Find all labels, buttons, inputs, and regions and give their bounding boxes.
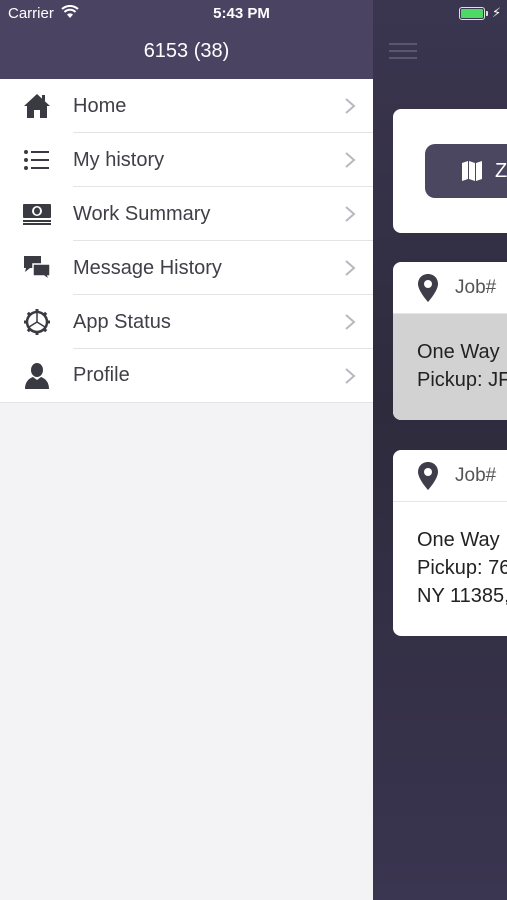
job-details: One Way Pickup: 76 NY 11385, (393, 502, 507, 634)
menu-item-label: App Status (73, 310, 171, 333)
map-icon (462, 161, 482, 181)
chevron-right-icon (345, 314, 356, 330)
home-icon (22, 91, 52, 121)
menu-item-label: Profile (73, 364, 130, 386)
drawer-menu: Home My history Work Summary Message His… (0, 79, 373, 403)
menu-item-my-history[interactable]: My history (0, 133, 373, 187)
menu-item-app-status[interactable]: App Status (0, 295, 373, 349)
status-bar-right: ⚡ (373, 0, 507, 28)
job-card[interactable]: Job# One Way Pickup: 76 NY 11385, (393, 450, 507, 636)
job-number-label: Job# (455, 464, 497, 486)
chat-icon (22, 253, 52, 283)
gear-icon (22, 307, 52, 337)
drawer-header: Carrier 5:43 PM 6153 (38) (0, 0, 373, 79)
chevron-right-icon (345, 152, 356, 168)
list-icon (22, 145, 52, 175)
background-app: ⚡ Z Job# One Way Pickup: JF Job# One Way… (373, 0, 507, 900)
drawer-title: 6153 (38) (143, 40, 230, 62)
job-card-header: Job# (393, 262, 507, 314)
chevron-right-icon (345, 260, 356, 276)
battery-icon (459, 7, 485, 20)
money-icon (22, 199, 52, 229)
job-type: One Way (417, 341, 500, 363)
zoom-button[interactable]: Z (425, 144, 507, 198)
job-number-label: Job# (455, 276, 497, 298)
side-drawer: Carrier 5:43 PM 6153 (38) Home My histor… (0, 0, 373, 900)
job-pickup: Pickup: 76 (417, 557, 507, 579)
menu-item-home[interactable]: Home (0, 79, 373, 133)
menu-item-profile[interactable]: Profile (0, 349, 373, 403)
status-time: 5:43 PM (213, 5, 270, 22)
job-card[interactable]: Job# One Way Pickup: JF (393, 262, 507, 420)
status-bar: Carrier 5:43 PM (0, 0, 373, 28)
job-type: One Way (417, 529, 500, 551)
chevron-right-icon (345, 367, 356, 384)
menu-item-label: My history (73, 148, 165, 171)
job-pickup-address: NY 11385, (417, 585, 507, 607)
zoom-card: Z (393, 109, 507, 233)
job-details: One Way Pickup: JF (393, 314, 507, 420)
menu-item-message-history[interactable]: Message History (0, 241, 373, 295)
person-icon (22, 361, 52, 391)
menu-item-work-summary[interactable]: Work Summary (0, 187, 373, 241)
menu-item-label: Work Summary (73, 202, 211, 225)
charging-bolt-icon: ⚡ (492, 5, 502, 20)
job-card-header: Job# (393, 450, 507, 502)
chevron-right-icon (345, 98, 356, 114)
location-pin-icon (418, 461, 438, 490)
job-pickup: Pickup: JF (417, 369, 507, 391)
menu-item-label: Message History (73, 256, 222, 279)
chevron-right-icon (345, 206, 356, 222)
hamburger-menu-icon[interactable] (389, 43, 417, 63)
location-pin-icon (418, 273, 438, 302)
zoom-button-label: Z (495, 159, 507, 182)
menu-item-label: Home (73, 94, 127, 117)
